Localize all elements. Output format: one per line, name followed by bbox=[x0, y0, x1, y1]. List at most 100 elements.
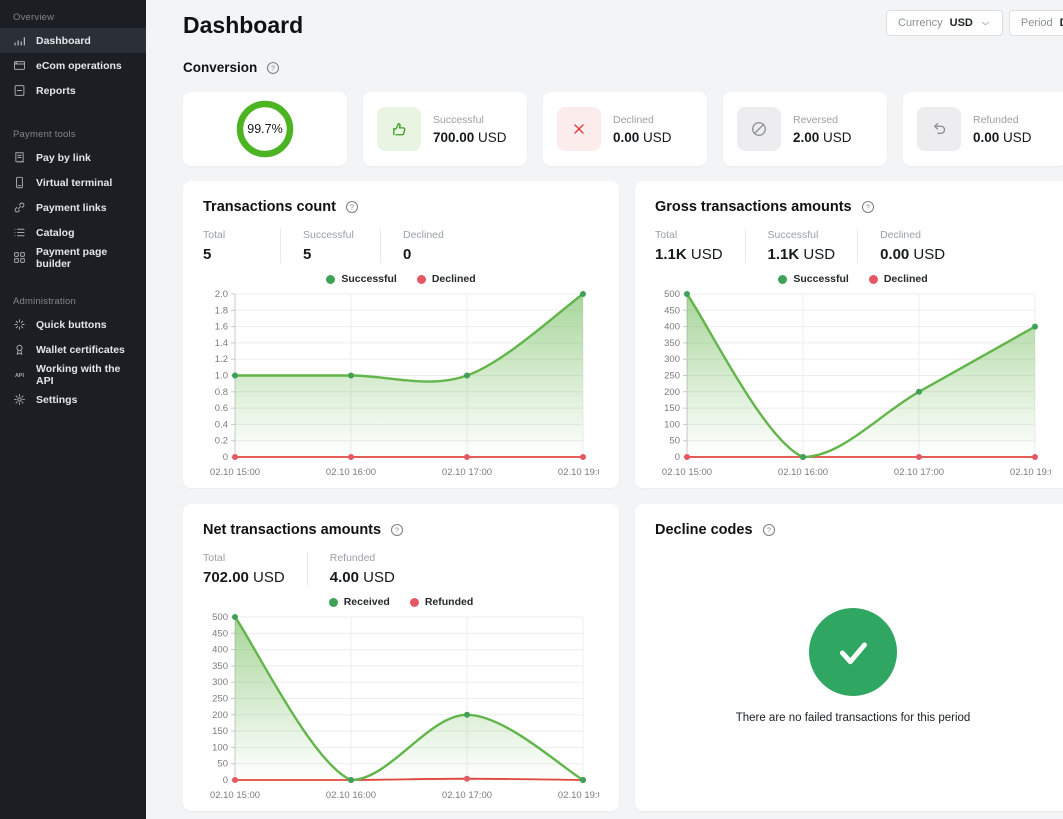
help-icon[interactable]: ? bbox=[345, 200, 359, 214]
stat-successful: Successful5 bbox=[303, 229, 381, 263]
card-amount: 0.00 USD bbox=[973, 130, 1032, 145]
svg-text:0: 0 bbox=[223, 452, 228, 463]
stat-label: Total bbox=[655, 229, 723, 241]
stats-row: Total5Successful5Declined0 bbox=[203, 229, 599, 263]
svg-text:2.0: 2.0 bbox=[215, 289, 228, 300]
legend-item-refunded[interactable]: Refunded bbox=[410, 596, 473, 608]
stat-value: 1.1K USD bbox=[655, 246, 723, 263]
card-label: Declined bbox=[613, 114, 672, 126]
svg-text:API: API bbox=[15, 373, 24, 379]
sidebar-section: OverviewDashboardeCom operationsReports bbox=[0, 4, 146, 103]
ban-icon bbox=[737, 107, 781, 151]
sidebar-item-payment-page-builder[interactable]: Payment page builder bbox=[0, 245, 146, 270]
stat-label: Successful bbox=[768, 229, 836, 241]
panel-title: Net transactions amounts bbox=[203, 522, 381, 538]
period-select-label: Period bbox=[1021, 17, 1053, 29]
sidebar-item-reports[interactable]: Reports bbox=[0, 78, 146, 103]
svg-text:250: 250 bbox=[664, 371, 680, 382]
help-icon[interactable]: ? bbox=[762, 523, 776, 537]
svg-text:1.8: 1.8 bbox=[215, 305, 228, 316]
card-label: Successful bbox=[433, 114, 507, 126]
stat-value: 0 bbox=[403, 246, 459, 263]
legend-label: Declined bbox=[432, 273, 476, 285]
svg-text:400: 400 bbox=[664, 322, 680, 333]
svg-text:1.0: 1.0 bbox=[215, 371, 228, 382]
svg-text:02.10 16:00: 02.10 16:00 bbox=[326, 467, 376, 478]
svg-text:02.10 16:00: 02.10 16:00 bbox=[326, 790, 376, 801]
svg-text:02.10 19:00: 02.10 19:00 bbox=[558, 467, 599, 478]
report-icon bbox=[13, 84, 26, 97]
legend-item-received[interactable]: Received bbox=[329, 596, 390, 608]
stats-row: Total702.00 USDRefunded4.00 USD bbox=[203, 552, 599, 586]
help-icon[interactable]: ? bbox=[266, 61, 280, 75]
empty-state-message: There are no failed transactions for thi… bbox=[736, 712, 971, 724]
svg-text:0.8: 0.8 bbox=[215, 387, 228, 398]
svg-text:100: 100 bbox=[664, 419, 680, 430]
svg-text:1.6: 1.6 bbox=[215, 322, 228, 333]
sidebar-item-catalog[interactable]: Catalog bbox=[0, 220, 146, 245]
help-icon[interactable]: ? bbox=[390, 523, 404, 537]
sidebar-item-pay-by-link[interactable]: Pay by link bbox=[0, 145, 146, 170]
svg-text:150: 150 bbox=[212, 726, 228, 737]
svg-text:02.10 16:00: 02.10 16:00 bbox=[778, 467, 828, 478]
sidebar-item-dashboard[interactable]: Dashboard bbox=[0, 28, 146, 53]
currency-select[interactable]: Currency USD bbox=[886, 10, 1003, 36]
sidebar-item-wallet-certificates[interactable]: Wallet certificates bbox=[0, 337, 146, 362]
undo-icon bbox=[917, 107, 961, 151]
declined-card: Declined0.00 USD bbox=[543, 92, 707, 166]
sidebar-item-ecom-operations[interactable]: eCom operations bbox=[0, 53, 146, 78]
net-amounts-panel: Net transactions amounts ? Total702.00 U… bbox=[183, 504, 619, 811]
svg-text:0: 0 bbox=[675, 452, 680, 463]
conversion-gauge: 99.7% bbox=[236, 100, 294, 158]
line-chart: 05010015020025030035040045050002.10 15:0… bbox=[655, 287, 1051, 483]
sidebar-item-settings[interactable]: Settings bbox=[0, 387, 146, 412]
svg-text:1.2: 1.2 bbox=[215, 354, 228, 365]
x-icon bbox=[557, 107, 601, 151]
period-select-value: Day bbox=[1060, 17, 1063, 29]
stat-total: Total702.00 USD bbox=[203, 552, 308, 586]
card-label: Reversed bbox=[793, 114, 852, 126]
svg-text:200: 200 bbox=[664, 387, 680, 398]
legend-item-successful[interactable]: Successful bbox=[778, 273, 848, 285]
decline-codes-panel: Decline codes ? There are no failed tran… bbox=[635, 504, 1063, 811]
legend-label: Successful bbox=[793, 273, 848, 285]
main-content: Dashboard Currency USD Period Day Conver… bbox=[146, 0, 1063, 819]
svg-text:400: 400 bbox=[212, 645, 228, 656]
sidebar-section-label: Payment tools bbox=[0, 121, 146, 145]
stat-value: 4.00 USD bbox=[330, 569, 395, 586]
sidebar-item-label: Virtual terminal bbox=[36, 177, 112, 189]
help-icon[interactable]: ? bbox=[861, 200, 875, 214]
legend-item-declined[interactable]: Declined bbox=[417, 273, 476, 285]
sidebar-item-payment-links[interactable]: Payment links bbox=[0, 195, 146, 220]
gear-icon bbox=[13, 393, 26, 406]
sidebar-item-quick-buttons[interactable]: Quick buttons bbox=[0, 312, 146, 337]
transactions-count-panel: Transactions count ? Total5Successful5De… bbox=[183, 181, 619, 488]
svg-text:450: 450 bbox=[212, 628, 228, 639]
legend-item-declined[interactable]: Declined bbox=[869, 273, 928, 285]
conversion-rate-value: 99.7% bbox=[236, 100, 294, 158]
card-amount: 700.00 USD bbox=[433, 130, 507, 145]
svg-text:02.10 15:00: 02.10 15:00 bbox=[662, 467, 712, 478]
stat-total: Total 1.1K USD bbox=[655, 229, 746, 263]
conversion-section-title: Conversion bbox=[183, 60, 257, 75]
card-amount: 2.00 USD bbox=[793, 130, 852, 145]
legend-dot-icon bbox=[869, 275, 878, 284]
sidebar-item-label: eCom operations bbox=[36, 60, 122, 72]
svg-text:500: 500 bbox=[212, 612, 228, 623]
panel-title: Decline codes bbox=[655, 522, 753, 538]
period-select[interactable]: Period Day bbox=[1009, 10, 1063, 36]
stat-value: 0.00 USD bbox=[880, 246, 945, 263]
sidebar-item-working-with-the-api[interactable]: API Working with the API bbox=[0, 362, 146, 387]
list-icon bbox=[13, 226, 26, 239]
sidebar-item-label: Payment links bbox=[36, 202, 107, 214]
sidebar-item-label: Working with the API bbox=[36, 363, 133, 387]
api-icon: API bbox=[13, 368, 26, 381]
legend-label: Refunded bbox=[425, 596, 473, 608]
svg-text:200: 200 bbox=[212, 710, 228, 721]
svg-text:02.10 15:00: 02.10 15:00 bbox=[210, 790, 260, 801]
legend-item-successful[interactable]: Successful bbox=[326, 273, 396, 285]
svg-text:0: 0 bbox=[223, 775, 228, 786]
svg-text:?: ? bbox=[271, 65, 275, 72]
sidebar-item-virtual-terminal[interactable]: Virtual terminal bbox=[0, 170, 146, 195]
stat-value: 5 bbox=[203, 246, 258, 263]
